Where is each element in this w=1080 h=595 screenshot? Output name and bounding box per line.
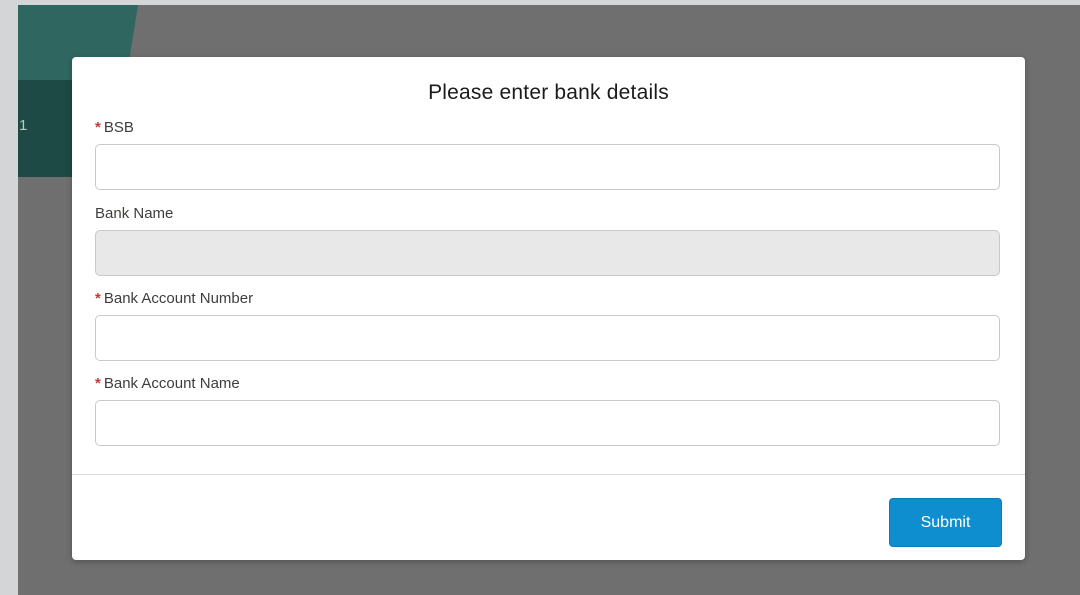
account-number-label: * Bank Account Number xyxy=(95,290,253,307)
bank-name-input xyxy=(95,230,1000,276)
bsb-input[interactable] xyxy=(95,144,1000,190)
required-marker: * xyxy=(95,290,101,307)
app-background: 1 Please enter bank details * BSB Bank Na… xyxy=(18,5,1080,595)
bsb-label-text: BSB xyxy=(103,119,134,136)
account-name-label: * Bank Account Name xyxy=(95,375,240,392)
bank-details-modal: Please enter bank details * BSB Bank Name… xyxy=(72,57,1025,560)
account-number-label-text: Bank Account Number xyxy=(103,290,254,307)
account-name-label-text: Bank Account Name xyxy=(103,375,240,392)
required-marker: * xyxy=(95,375,101,392)
submit-button[interactable]: Submit xyxy=(889,498,1002,547)
account-number-input[interactable] xyxy=(95,315,1000,361)
background-step-number: 1 xyxy=(19,117,28,134)
bsb-label: * BSB xyxy=(95,119,134,136)
required-marker: * xyxy=(95,119,101,136)
bank-name-label-text: Bank Name xyxy=(95,205,174,222)
modal-footer-divider xyxy=(72,474,1025,475)
modal-title: Please enter bank details xyxy=(428,81,669,104)
bank-name-label: Bank Name xyxy=(95,205,173,222)
account-name-input[interactable] xyxy=(95,400,1000,446)
